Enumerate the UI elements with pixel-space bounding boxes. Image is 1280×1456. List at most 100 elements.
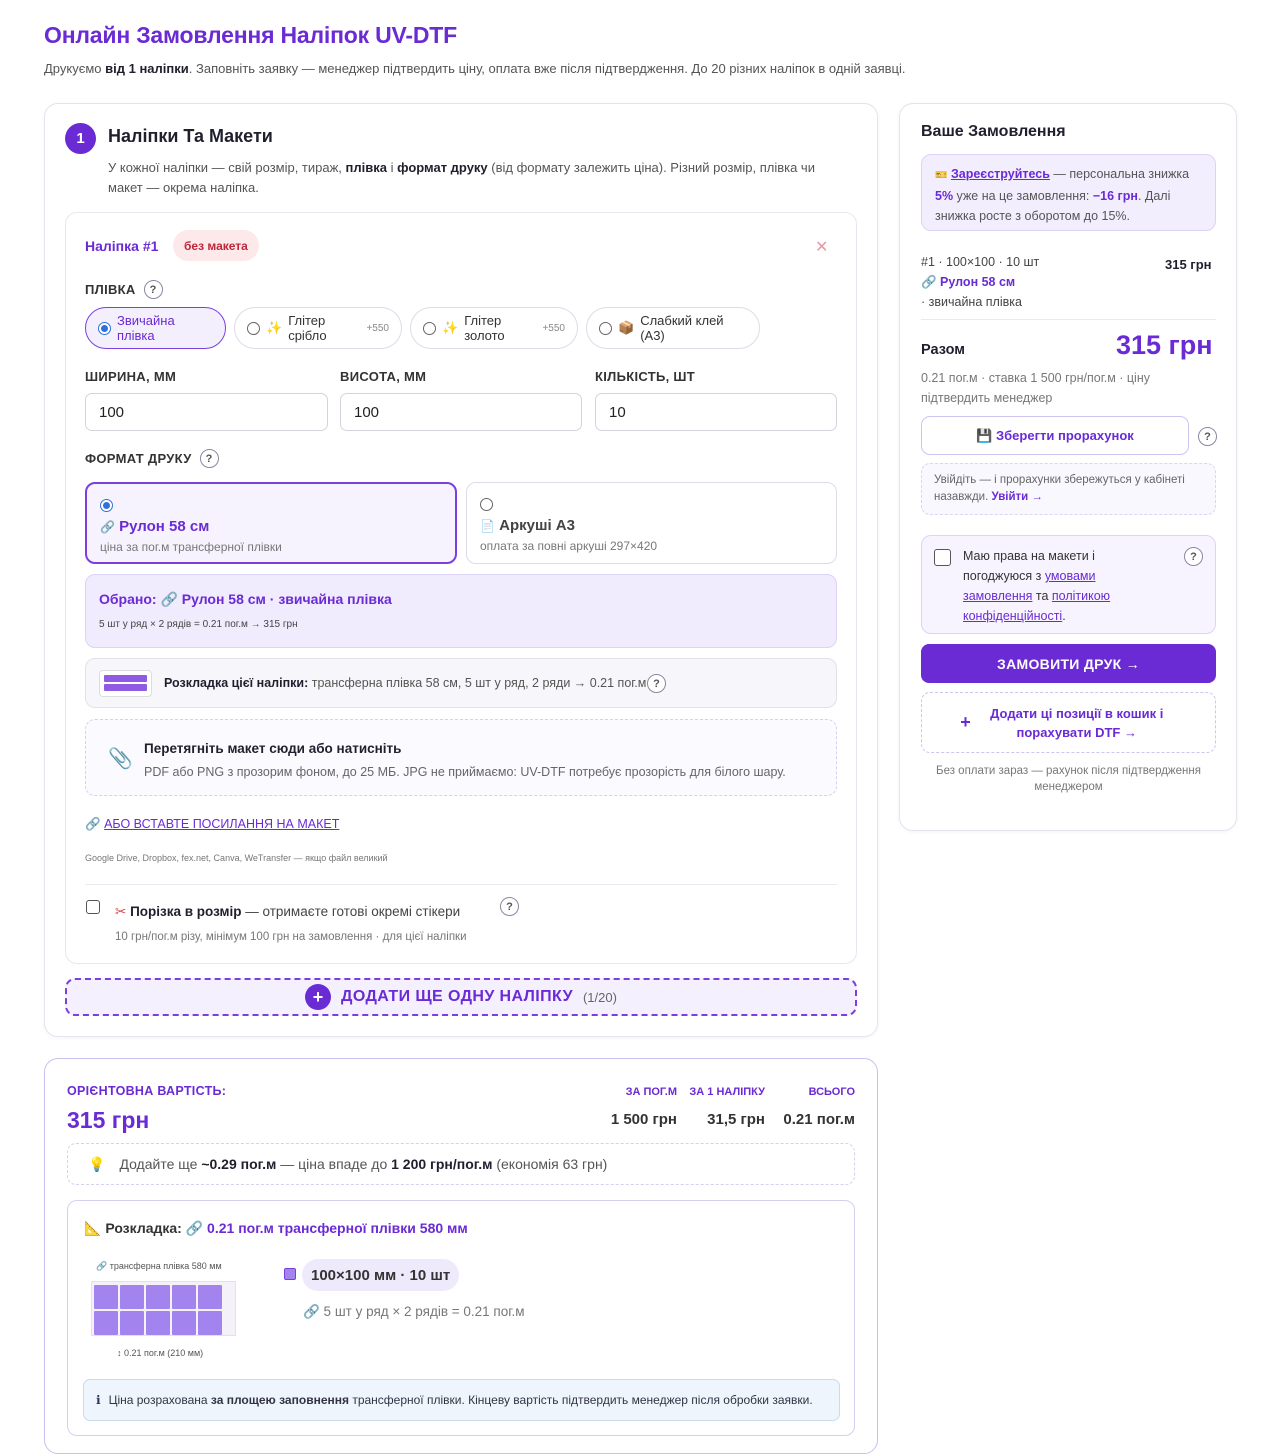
layout-grid-cell [172, 1311, 196, 1335]
layout-grid-cell [120, 1285, 144, 1309]
agreement-text: Маю права на макети і погоджуюся з умова… [963, 549, 1111, 623]
help-icon[interactable]: ? [1184, 547, 1203, 566]
layout-grid [91, 1281, 236, 1336]
help-icon[interactable]: ? [143, 280, 163, 299]
film-label: ПЛІВКА? [85, 280, 163, 299]
no-layout-badge: без макета [173, 230, 259, 261]
sidebar-footnote: Без оплати зараз — рахунок після підтвер… [936, 765, 1201, 793]
file-dropzone[interactable]: 📎 Перетягніть макет сюди або натисніть P… [85, 719, 837, 796]
scissors-icon: ✂ [115, 904, 127, 919]
item-calc: 🔗 5 шт у ряд × 2 рядів = 0.21 пог.м [303, 1304, 525, 1319]
radio-icon [98, 321, 111, 335]
layout-grid-cell [146, 1311, 170, 1335]
layout-grid-cell [198, 1285, 222, 1309]
add-sticker-count: (1/20) [582, 989, 617, 1005]
estimate-label: ОРІЄНТОВНА ВАРТІСТЬ: [67, 1084, 227, 1098]
height-input[interactable]: 100 [340, 393, 582, 431]
help-icon[interactable]: ? [199, 449, 219, 468]
chosen-summary: Обрано: 🔗 Рулон 58 см · звичайна плівка … [85, 574, 837, 648]
link-hint: Google Drive, Dropbox, fex.net, Canva, W… [85, 853, 388, 863]
ticket-icon: 🎫 [935, 170, 948, 181]
film-option-glitter-gold[interactable]: ✨ Глітер золото +550 [410, 307, 578, 349]
page-subtitle: Друкуємо від 1 наліпки. Заповніть заявку… [44, 61, 906, 76]
login-link[interactable]: Увійти → [991, 491, 1042, 503]
login-hint: Увійдіть — і прорахунки збережуться у ка… [921, 463, 1216, 515]
layout-grid-cell [94, 1311, 118, 1335]
film-option-regular[interactable]: Звичайна плівка [85, 307, 226, 349]
format-roll-option[interactable]: 🔗 Рулон 58 см ціна за пог.м трансферної … [85, 482, 457, 564]
help-icon[interactable]: ? [500, 897, 519, 916]
length-caption: ↕ 0.21 пог.м (210 мм) [117, 1348, 204, 1358]
help-icon[interactable]: ? [647, 674, 666, 693]
order-item: #1 · 100×100 · 10 шт 🔗 Рулон 58 см · зви… [921, 252, 1039, 312]
film-option-label: Слабкий клей (А3) [640, 313, 724, 343]
box-icon: 📦 [618, 320, 635, 335]
film-option-label: Глітер золото [464, 313, 505, 343]
dropzone-subtitle: PDF або PNG з прозорим фоном, до 25 МБ. … [144, 765, 786, 779]
quantity-label: КІЛЬКІСТЬ, ШТ [595, 369, 696, 384]
remove-sticker-icon[interactable]: ✕ [815, 237, 828, 257]
film-option-extra: +550 [542, 322, 565, 334]
order-item-format: 🔗 Рулон 58 см [921, 275, 1016, 289]
step-number: 1 [65, 123, 96, 154]
info-note: ℹ Ціна розрахована за площею заповнення т… [83, 1379, 840, 1421]
film-option-label: Звичайна плівка [117, 313, 175, 343]
total-value: 315 грн [1116, 330, 1213, 360]
layout-link[interactable]: 🔗 АБО ВСТАВТЕ ПОСИЛАННЯ НА МАКЕТ [85, 817, 339, 832]
layout-preview-icon [99, 670, 152, 697]
format-title: 🔗 Рулон 58 см [100, 518, 210, 535]
format-sheets-option[interactable]: 📄 Аркуші А3 оплата за повні аркуші 297×4… [466, 482, 837, 564]
chosen-value: Обрано: 🔗 Рулон 58 см · звичайна плівка [99, 591, 392, 607]
layout-grid-cell [120, 1311, 144, 1335]
add-sticker-button[interactable]: + ДОДАТИ ЩЕ ОДНУ НАЛІПКУ (1/20) [65, 978, 857, 1016]
film-option-glitter-silver[interactable]: ✨ Глітер срібло +550 [234, 307, 402, 349]
document-icon: 📄 [480, 519, 495, 533]
plus-icon: + [960, 712, 971, 732]
promo-box: 🎫 Зареєструйтесь — персональна знижка 5%… [921, 154, 1216, 231]
paperclip-icon: 📎 [108, 748, 133, 770]
total-length-head: ВСЬОГО [808, 1086, 855, 1098]
layout-title: 📐 Розкладка: 🔗 0.21 пог.м трансферної пл… [84, 1220, 468, 1236]
section-description: У кожної наліпки — свій розмір, тираж, п… [108, 160, 815, 195]
radio-icon [423, 321, 436, 335]
layout-grid-cell [172, 1285, 196, 1309]
color-swatch [284, 1268, 296, 1280]
height-label: ВИСОТА, ММ [340, 369, 427, 384]
order-print-button[interactable]: ЗАМОВИТИ ДРУК → [921, 644, 1216, 683]
estimate-value: 315 грн [67, 1107, 150, 1133]
add-sticker-label: ДОДАТИ ЩЕ ОДНУ НАЛІПКУ [341, 988, 573, 1005]
info-icon: ℹ [96, 1393, 101, 1407]
layout-grid-cell [94, 1285, 118, 1309]
film-option-weak-glue[interactable]: 📦 Слабкий клей (А3) [586, 307, 760, 349]
layout-grid-cell [198, 1311, 222, 1335]
radio-icon [100, 499, 113, 512]
film-option-label: Глітер срібло [288, 313, 327, 343]
layout-text: Розкладка цієї наліпки: трансферна плівк… [164, 676, 647, 690]
per-sticker-value: 31,5 грн [707, 1111, 765, 1128]
total-note: 0.21 пог.м · ставка 1 500 грн/пог.м · ці… [921, 371, 1150, 405]
lightbulb-icon: 💡 [88, 1155, 106, 1172]
agreement-checkbox[interactable] [934, 549, 951, 569]
sticker-layout-row: Розкладка цієї наліпки: трансферна плівк… [85, 658, 837, 708]
format-title: 📄 Аркуші А3 [480, 517, 575, 534]
radio-icon [599, 321, 612, 335]
format-label: ФОРМАТ ДРУКУ? [85, 449, 219, 468]
sparkle-icon: ✨ [442, 320, 459, 335]
cut-checkbox[interactable] [86, 900, 100, 917]
cut-label: ✂ Порізка в розмір — отримаєте готові ок… [115, 904, 461, 919]
cut-subtitle: 10 грн/пог.м різу, мінімум 100 грн на за… [115, 931, 467, 943]
film-option-extra: +550 [366, 322, 389, 334]
per-sticker-head: ЗА 1 НАЛІПКУ [689, 1086, 765, 1098]
format-subtitle: оплата за повні аркуші 297×420 [480, 539, 658, 553]
per-meter-head: ЗА ПОГ.М [625, 1086, 677, 1098]
plus-icon: + [305, 984, 332, 1010]
ruler-icon: 📐 [84, 1220, 102, 1236]
register-link[interactable]: Зареєструйтесь [951, 167, 1050, 181]
add-to-cart-button[interactable]: + Додати ці позиції в кошик і порахувати … [921, 692, 1216, 753]
quantity-input[interactable]: 10 [595, 393, 837, 431]
save-calculation-button[interactable]: 💾 Зберегти прорахунок [921, 416, 1189, 455]
width-input[interactable]: 100 [85, 393, 328, 431]
radio-icon [247, 321, 260, 335]
help-icon[interactable]: ? [1198, 427, 1217, 446]
link-icon: 🔗 [100, 520, 115, 534]
